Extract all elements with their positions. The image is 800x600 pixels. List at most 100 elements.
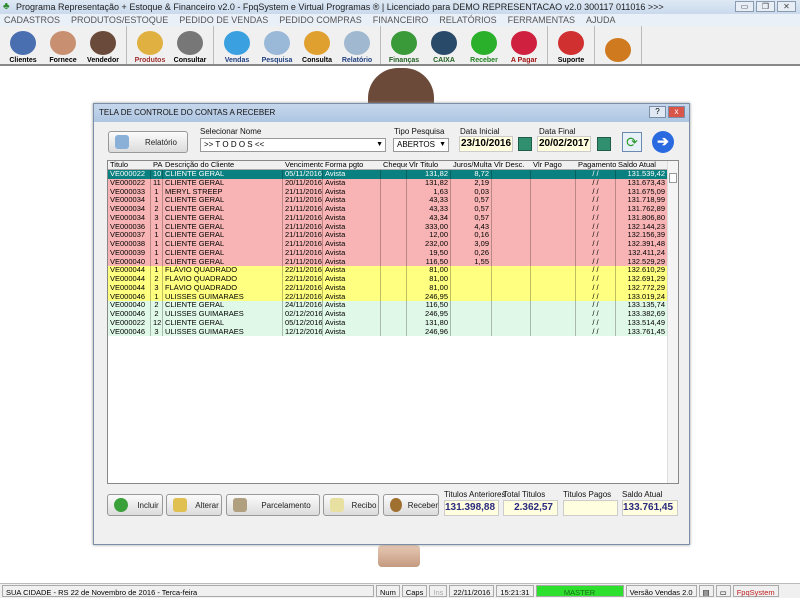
toolbar-button-consulta[interactable]: Consulta: [297, 26, 337, 66]
table-cell: 2: [151, 310, 163, 319]
table-row[interactable]: VE000022 11 CLIENTE GERAL 20/11/2016 Avista 1…: [108, 178, 678, 188]
dialog-help-button[interactable]: ?: [649, 106, 666, 118]
data-inicial-input[interactable]: 23/10/2016: [459, 136, 513, 152]
toolbar-button-receber[interactable]: Receber: [464, 26, 504, 66]
table-row[interactable]: VE000034 3 CLIENTE GERAL 21/11/2016 Avista 43…: [108, 213, 678, 223]
dialog-close-button[interactable]: x: [668, 106, 685, 118]
table-row[interactable]: VE000037 1 CLIENTE GERAL 21/11/2016 Avista 12…: [108, 231, 678, 240]
column-header[interactable]: Titulo: [108, 161, 151, 169]
table-row[interactable]: VE000044 1 FLÁVIO QUADRADO 22/11/2016 Avista…: [108, 266, 678, 275]
table-row[interactable]: VE000038 1 CLIENTE GERAL 21/11/2016 Avista 23…: [108, 240, 678, 249]
toolbar-button-relatrio[interactable]: Relatório: [337, 26, 377, 66]
printer-icon[interactable]: ▤: [698, 585, 714, 597]
column-header[interactable]: Vencimento: [283, 161, 323, 169]
toolbar-label: Receber: [470, 57, 498, 64]
minimize-button[interactable]: ▭: [735, 1, 754, 12]
coin-icon: [390, 498, 402, 512]
titulos-pagos-value: [563, 500, 618, 516]
table-cell: [492, 310, 531, 319]
table-row[interactable]: VE000046 2 ULISSES GUIMARAES 02/12/2016 Avis…: [108, 310, 678, 319]
column-header[interactable]: PA: [151, 161, 163, 169]
table-row[interactable]: VE000033 1 MERYL STREEP 21/11/2016 Avista 1,6…: [108, 187, 678, 197]
table-cell: VE000044: [108, 266, 151, 275]
table-cell: 12/12/2016: [285, 327, 323, 337]
table-row[interactable]: VE000034 2 CLIENTE GERAL 21/11/2016 Avista 43…: [108, 205, 678, 214]
column-header[interactable]: Vlr Desc.: [492, 161, 531, 169]
receivables-table: Titulo PA Descrição do Cliente Vencimento Fo…: [107, 160, 679, 484]
parcelamento-button[interactable]: Parcelamento: [226, 494, 320, 516]
toolbar-button-vendedor[interactable]: Vendedor: [83, 26, 123, 66]
menu-item-0[interactable]: CADASTROS: [4, 14, 60, 26]
receber-button[interactable]: Receber: [383, 494, 439, 516]
table-cell: [381, 292, 407, 302]
column-header[interactable]: Cheque: [381, 161, 407, 169]
table-row[interactable]: VE000044 2 FLÁVIO QUADRADO 22/11/2016 Avista…: [108, 275, 678, 284]
network-icon[interactable]: ▭: [715, 585, 731, 597]
table-cell: 05/12/2016: [285, 318, 323, 328]
table-cell: / /: [576, 231, 616, 240]
table-row[interactable]: VE000040 1 CLIENTE GERAL 21/11/2016 Avista 11…: [108, 257, 678, 267]
toolbar-button-caixa[interactable]: CAIXA: [424, 26, 464, 66]
table-cell: FLÁVIO QUADRADO: [163, 283, 283, 293]
toolbar-button-exit[interactable]: [598, 26, 638, 66]
exit-icon: [605, 38, 631, 62]
toolbar-button-pesquisa[interactable]: Pesquisa: [257, 26, 297, 66]
column-header[interactable]: Forma pgto: [323, 161, 381, 169]
toolbar-button-consultar[interactable]: Consultar: [170, 26, 210, 66]
column-header[interactable]: Descrição do Cliente: [163, 161, 283, 169]
recibo-button[interactable]: Recibo: [323, 494, 379, 516]
scrollbar-thumb[interactable]: [669, 173, 677, 183]
calendar-icon[interactable]: [518, 137, 532, 151]
selecionar-nome-select[interactable]: >> T O D O S << ▼: [200, 138, 386, 152]
alterar-button[interactable]: Alterar: [166, 494, 222, 516]
toolbar-button-finanas[interactable]: Finanças: [384, 26, 424, 66]
table-cell: 21/11/2016: [285, 213, 323, 223]
table-cell: 1: [151, 196, 163, 205]
menu-item-7[interactable]: AJUDA: [586, 14, 616, 26]
menu-item-1[interactable]: PRODUTOS/ESTOQUE: [71, 14, 168, 26]
pesquisa-icon: [264, 31, 290, 55]
table-row[interactable]: VE000040 2 CLIENTE GERAL 24/11/2016 Avista 11…: [108, 301, 678, 310]
menu-item-3[interactable]: PEDIDO COMPRAS: [279, 14, 362, 26]
table-row[interactable]: VE000034 1 CLIENTE GERAL 21/11/2016 Avista 43…: [108, 196, 678, 205]
relatorio-button[interactable]: Relatório: [108, 131, 188, 153]
column-header[interactable]: Vlr Pago: [531, 161, 576, 169]
toolbar-button-fornece[interactable]: Fornece: [43, 26, 83, 66]
table-row[interactable]: VE000044 3 FLÁVIO QUADRADO 22/11/2016 Avista…: [108, 283, 678, 293]
toolbar-button-suporte[interactable]: Suporte: [551, 26, 591, 66]
toolbar-button-produtos[interactable]: Produtos: [130, 26, 170, 66]
table-row[interactable]: VE000046 1 ULISSES GUIMARAES 22/11/2016 Avis…: [108, 292, 678, 302]
toolbar-button-clientes[interactable]: Clientes: [3, 26, 43, 66]
tipo-pesquisa-select[interactable]: ABERTOS ▼: [393, 138, 449, 152]
menu-item-4[interactable]: FINANCEIRO: [373, 14, 429, 26]
table-cell: / /: [576, 275, 616, 284]
table-row[interactable]: VE000022 12 CLIENTE GERAL 05/12/2016 Avista 1…: [108, 318, 678, 328]
close-button[interactable]: ✕: [777, 1, 796, 12]
table-cell: Avista: [323, 248, 381, 258]
table-cell: 12: [153, 318, 163, 328]
toolbar-button-apagar[interactable]: A Pagar: [504, 26, 544, 66]
table-cell: [381, 327, 407, 337]
column-header[interactable]: Pagamento: [576, 161, 616, 169]
table-row[interactable]: VE000036 1 CLIENTE GERAL 21/11/2016 Avista 33…: [108, 222, 678, 232]
column-header[interactable]: Saldo Atual: [616, 161, 668, 169]
column-header[interactable]: Vlr Titulo: [407, 161, 451, 169]
table-cell: Avista: [323, 213, 381, 223]
menu-item-5[interactable]: RELATÓRIOS: [439, 14, 496, 26]
refresh-icon[interactable]: ⟳: [622, 132, 642, 152]
data-final-input[interactable]: 20/02/2017: [537, 136, 591, 152]
table-row[interactable]: VE000039 1 CLIENTE GERAL 21/11/2016 Avista 19…: [108, 248, 678, 258]
arrow-right-icon[interactable]: ➔: [652, 131, 674, 153]
calendar-icon[interactable]: [597, 137, 611, 151]
menu-item-6[interactable]: FERRAMENTAS: [508, 14, 575, 26]
table-cell: [531, 292, 576, 302]
column-header[interactable]: Juros/Multa: [451, 161, 492, 169]
maximize-button[interactable]: ❐: [756, 1, 775, 12]
incluir-button[interactable]: Incluir: [107, 494, 163, 516]
table-cell: 21/11/2016: [285, 248, 323, 258]
table-row[interactable]: VE000022 10 CLIENTE GERAL 05/11/2016 Avista 1…: [108, 170, 678, 179]
table-row[interactable]: VE000046 3 ULISSES GUIMARAES 12/12/2016 Avis…: [108, 327, 678, 337]
vertical-scrollbar[interactable]: [667, 161, 678, 483]
toolbar-button-vendas[interactable]: Vendas: [217, 26, 257, 66]
menu-item-2[interactable]: PEDIDO DE VENDAS: [179, 14, 268, 26]
